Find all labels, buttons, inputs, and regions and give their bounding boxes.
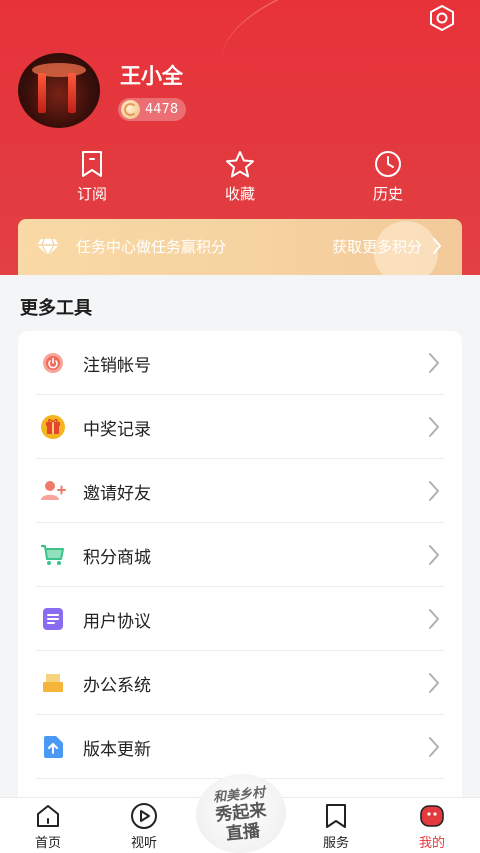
play-icon <box>131 803 157 829</box>
add-user-icon <box>40 478 66 504</box>
tab-services[interactable]: 服务 <box>296 802 376 851</box>
chevron-right-icon <box>429 545 439 565</box>
settings-button[interactable] <box>426 2 458 34</box>
tool-item-points-mall[interactable]: 积分商城 <box>18 523 462 587</box>
avatar[interactable] <box>18 53 100 128</box>
profile-icon <box>420 805 444 827</box>
tool-label: 用户协议 <box>83 611 151 632</box>
settings-icon <box>430 5 454 31</box>
task-center-banner[interactable]: 任务中心做任务赢积分 获取更多积分 <box>18 219 462 275</box>
home-icon <box>37 805 59 827</box>
star-icon <box>226 151 254 178</box>
quick-action-favorites[interactable]: 收藏 <box>200 150 280 204</box>
bookmark-icon <box>326 804 346 828</box>
upload-icon <box>40 734 66 760</box>
tool-item-deactivate-account[interactable]: 注销帐号 <box>18 331 462 395</box>
points-value: 4478 <box>145 102 179 117</box>
quick-action-history[interactable]: 历史 <box>348 150 428 204</box>
bookmark-icon <box>82 151 102 177</box>
get-more-points-link[interactable]: 获取更多积分 <box>332 236 422 257</box>
quick-action-subscribe[interactable]: 订阅 <box>52 150 132 204</box>
tab-mine[interactable]: 我的 <box>392 802 472 851</box>
profile-header: 王小全 4478 订阅 收藏 历史 任务中心做任务赢积分 获取更多积分 <box>0 0 480 275</box>
tab-label: 服务 <box>322 836 349 851</box>
chevron-right-icon <box>433 238 441 254</box>
section-title: 更多工具 <box>20 298 92 319</box>
tab-label: 视听 <box>130 836 157 851</box>
diamond-icon <box>37 238 59 257</box>
tools-list: 注销帐号 中奖记录 邀请好友 积分商城 用户协议 办公系统 版本更新 <box>18 331 462 811</box>
live-badge-line2: 秀起来 <box>214 800 268 826</box>
tab-label: 我的 <box>418 836 445 851</box>
tool-label: 办公系统 <box>83 675 151 696</box>
tool-item-prize-records[interactable]: 中奖记录 <box>18 395 462 459</box>
gift-icon <box>40 414 66 440</box>
cart-icon <box>40 542 66 568</box>
chevron-right-icon <box>429 609 439 629</box>
user-name: 王小全 <box>120 64 183 88</box>
points-badge[interactable]: 4478 <box>118 98 187 121</box>
tab-media[interactable]: 视听 <box>104 802 184 851</box>
tool-label: 中奖记录 <box>83 419 151 440</box>
power-icon <box>40 350 66 376</box>
quick-actions: 订阅 收藏 历史 <box>0 150 480 206</box>
tool-item-version-update[interactable]: 版本更新 <box>18 715 462 779</box>
chevron-right-icon <box>429 481 439 501</box>
tool-label: 版本更新 <box>83 739 151 760</box>
chevron-right-icon <box>429 353 439 373</box>
live-badge-line3: 直播 <box>225 821 261 845</box>
quick-action-label: 订阅 <box>76 185 107 203</box>
chevron-right-icon <box>429 417 439 437</box>
clock-icon <box>375 151 401 177</box>
tool-item-invite-friends[interactable]: 邀请好友 <box>18 459 462 523</box>
folder-icon <box>40 670 66 696</box>
chevron-right-icon <box>429 673 439 693</box>
quick-action-label: 收藏 <box>224 185 255 203</box>
main-content: 更多工具 注销帐号 中奖记录 邀请好友 积分商城 用户协议 办公系统 版本更新 <box>0 275 480 811</box>
tool-label: 邀请好友 <box>83 483 151 504</box>
tool-label: 注销帐号 <box>83 355 151 376</box>
tool-label: 积分商城 <box>83 547 151 568</box>
tab-home[interactable]: 首页 <box>8 802 88 851</box>
chevron-right-icon <box>429 737 439 757</box>
document-icon <box>40 606 66 632</box>
quick-action-label: 历史 <box>372 185 403 203</box>
tool-item-office-system[interactable]: 办公系统 <box>18 651 462 715</box>
coin-icon <box>121 100 140 119</box>
tool-item-user-agreement[interactable]: 用户协议 <box>18 587 462 651</box>
task-center-title: 任务中心做任务赢积分 <box>76 238 227 256</box>
tab-label: 首页 <box>34 836 61 851</box>
